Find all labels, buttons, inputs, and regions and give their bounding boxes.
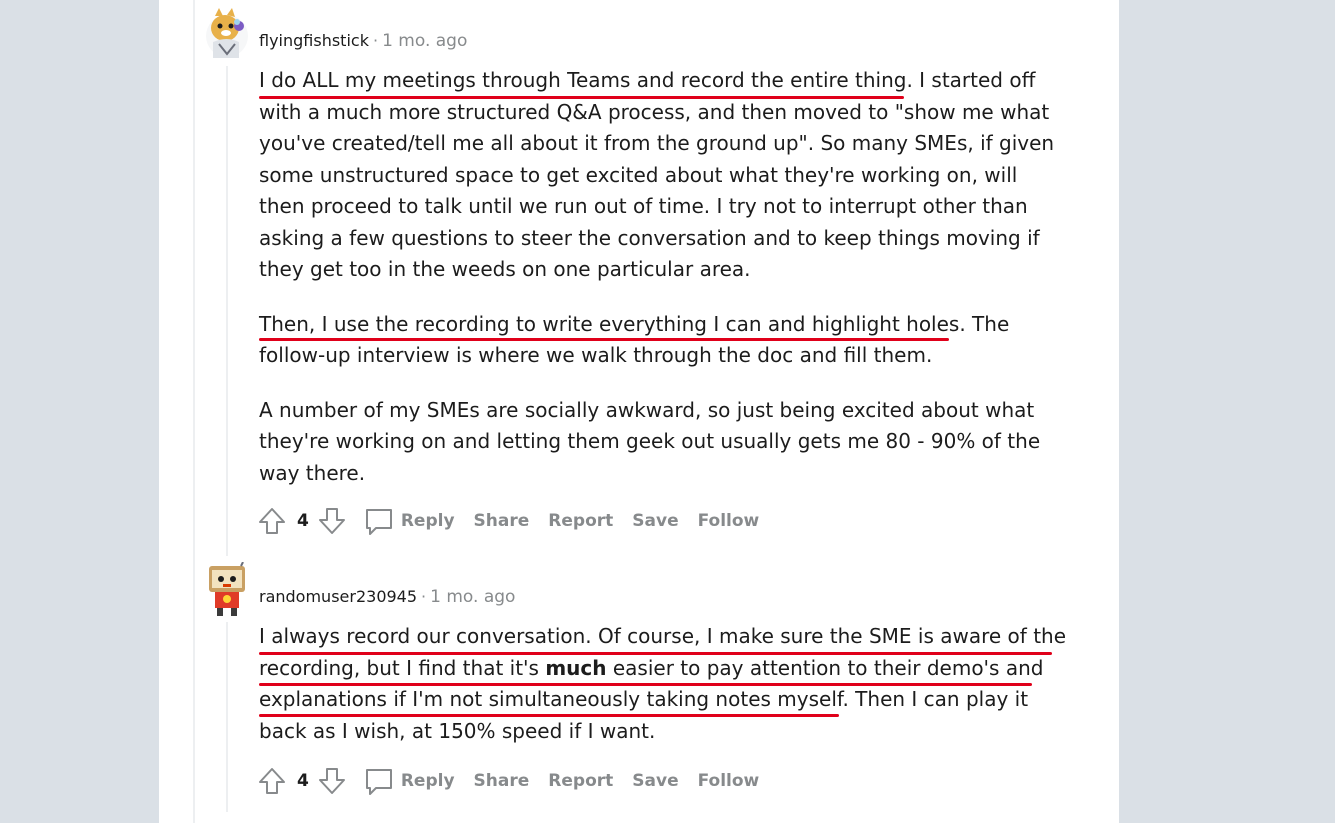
highlight-underline <box>259 683 1032 686</box>
comment-actions: 4 Reply Share Report Save Follow <box>255 763 778 799</box>
timestamp[interactable]: 1 mo. ago <box>430 587 515 607</box>
comment-body: I do ALL my meetings through Teams and r… <box>259 65 1069 512</box>
username[interactable]: randomuser230945 <box>259 587 417 606</box>
meta-separator: · <box>421 587 427 606</box>
user-avatar-icon[interactable] <box>205 561 249 618</box>
comment-actions: 4 Reply Share Report Save Follow <box>255 503 778 539</box>
highlight-underline <box>259 714 839 717</box>
reply-icon[interactable] <box>363 765 395 797</box>
save-button[interactable]: Save <box>632 511 678 531</box>
report-button[interactable]: Report <box>548 511 613 531</box>
timestamp[interactable]: 1 mo. ago <box>382 31 467 51</box>
downvote-icon[interactable] <box>315 504 349 538</box>
highlight-underline <box>259 338 949 341</box>
comment-text-bold: much <box>545 655 607 680</box>
upvote-icon[interactable] <box>255 764 289 798</box>
upvote-icon[interactable] <box>255 504 289 538</box>
comment: randomuser230945 · 1 mo. ago I always reco… <box>205 560 1085 823</box>
highlight-underline <box>259 96 904 99</box>
vote-score: 4 <box>297 511 309 531</box>
thread-line-outer[interactable] <box>193 0 195 823</box>
save-button[interactable]: Save <box>632 771 678 791</box>
meta-separator: · <box>372 31 379 50</box>
vote-score: 4 <box>297 771 309 791</box>
follow-button[interactable]: Follow <box>698 771 760 791</box>
reply-button[interactable]: Reply <box>401 771 455 791</box>
report-button[interactable]: Report <box>548 771 613 791</box>
downvote-icon[interactable] <box>315 764 349 798</box>
comment-paragraph: A number of my SMEs are socially awkward… <box>259 397 1041 485</box>
highlight-underline <box>259 652 1052 655</box>
reply-icon[interactable] <box>363 505 395 537</box>
username[interactable]: flyingfishstick <box>259 31 369 50</box>
comment: flyingfishstick · 1 mo. ago I do ALL my me… <box>205 0 1085 560</box>
comment-body: I always record our conversation. Of cou… <box>259 621 1069 770</box>
reply-button[interactable]: Reply <box>401 511 455 531</box>
share-button[interactable]: Share <box>474 771 530 791</box>
user-avatar-icon[interactable] <box>205 6 249 62</box>
share-button[interactable]: Share <box>474 511 530 531</box>
follow-button[interactable]: Follow <box>698 511 760 531</box>
